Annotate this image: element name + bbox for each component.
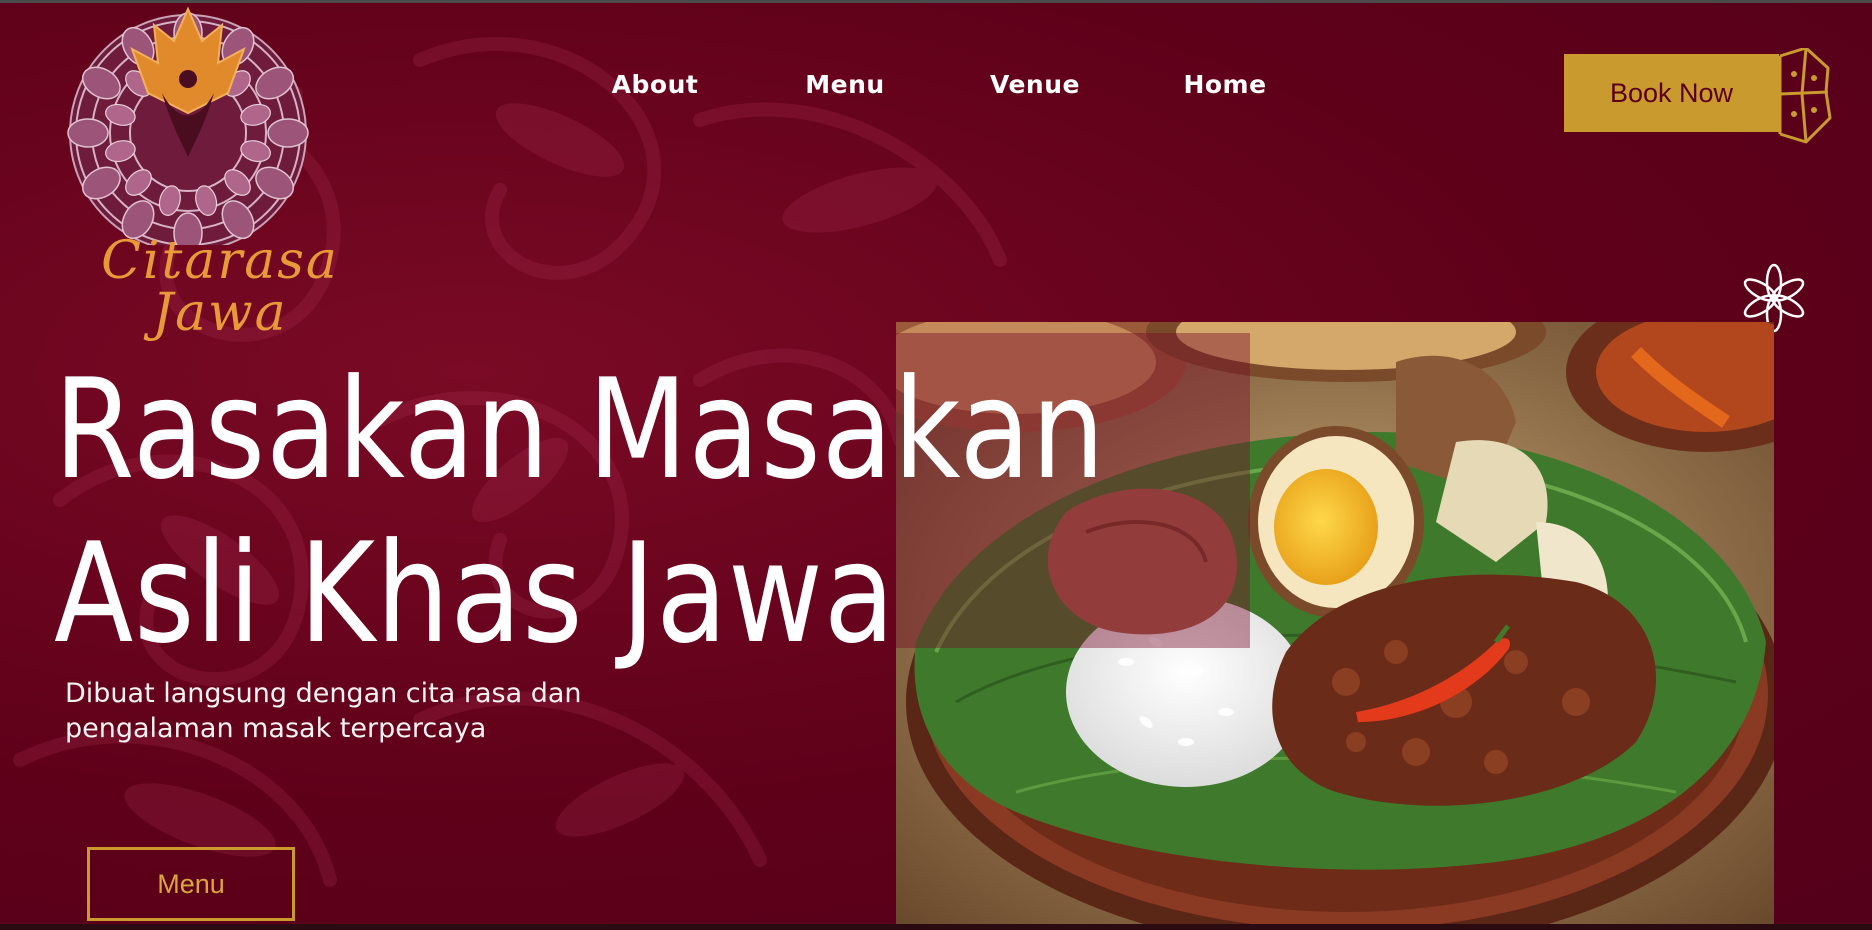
brand-name-line2: Jawa	[152, 283, 288, 343]
landing-page: Citarasa Jawa About Menu Venue Home Book…	[0, 0, 1872, 930]
hero-headline: Rasakan Masakan Asli Khas Jawa	[54, 348, 1106, 676]
mandala-wayang-icon	[67, 6, 309, 245]
nav-item-about[interactable]: About	[560, 70, 750, 99]
book-now-group: Book Now	[1564, 48, 1834, 144]
nav-item-menu[interactable]: Menu	[750, 70, 940, 99]
brand-logo[interactable]: Citarasa Jawa	[60, 5, 337, 339]
book-now-button[interactable]: Book Now	[1564, 54, 1779, 132]
window-bottom-border	[0, 924, 1872, 930]
main-nav: About Menu Venue Home	[560, 70, 1320, 99]
hero-subtext: Dibuat langsung dengan cita rasa dan pen…	[65, 676, 625, 746]
nav-item-home[interactable]: Home	[1130, 70, 1320, 99]
hero-subtext-line2: pengalaman masak terpercaya	[65, 713, 487, 744]
brand-wordmark: Citarasa Jawa	[100, 235, 340, 339]
nav-item-venue[interactable]: Venue	[940, 70, 1130, 99]
hero-subtext-line1: Dibuat langsung dengan cita rasa dan	[65, 678, 582, 709]
hero-headline-line2: Asli Khas Jawa	[54, 513, 896, 674]
hero-headline-line1: Rasakan Masakan	[54, 349, 1106, 510]
kite-ornament-icon	[1778, 48, 1832, 144]
brand-name-line1: Citarasa	[101, 231, 339, 291]
hero-menu-button[interactable]: Menu	[87, 847, 295, 921]
